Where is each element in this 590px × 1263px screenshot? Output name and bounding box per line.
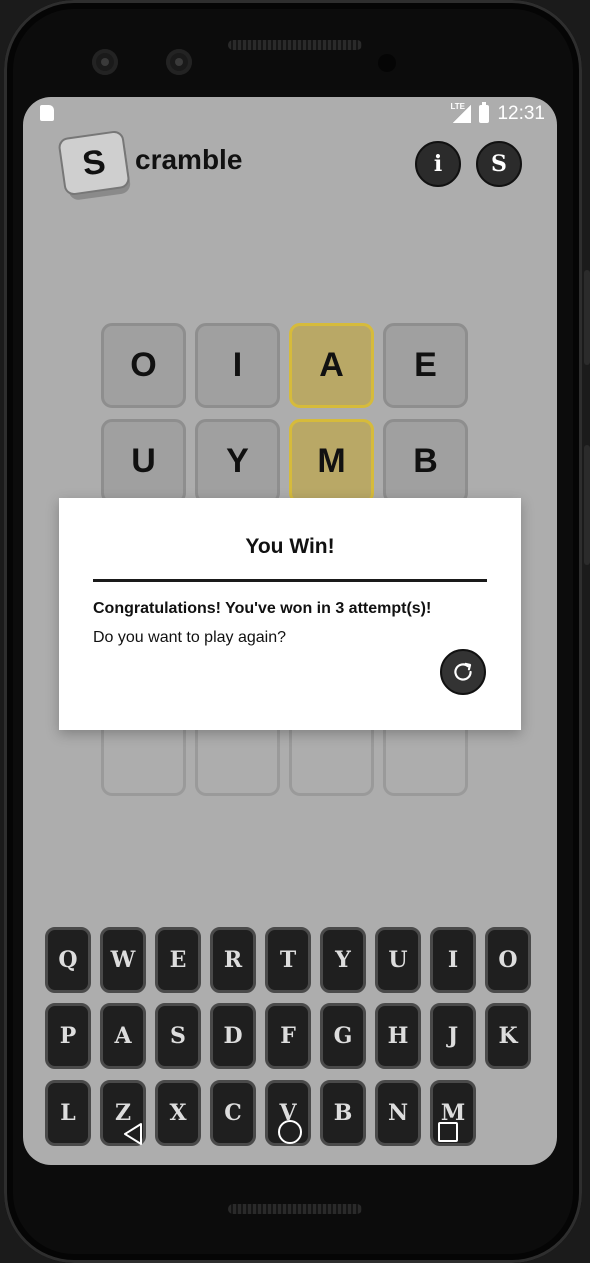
letter-tile: U [101,419,186,504]
info-icon: i [433,151,443,177]
sd-card-icon [40,105,54,121]
dialog-question: Do you want to play again? [93,629,287,646]
status-time: 12:31 [497,103,545,124]
letter-tile: E [383,323,468,408]
key-j[interactable]: J [430,1003,476,1069]
letter-tile: Y [195,419,280,504]
key-u[interactable]: U [375,927,421,993]
refresh-icon [454,662,472,681]
signal-icon: LTE [450,102,472,123]
volume-button [584,270,590,365]
key-r[interactable]: R [210,927,256,993]
key-d[interactable]: D [210,1003,256,1069]
keyboard-row-1: Q W E R T Y U I O [45,927,531,993]
key-g[interactable]: G [320,1003,366,1069]
status-bar: LTE 12:31 [23,97,557,131]
keyboard-row-2: P A S D F G H J K [45,1003,531,1069]
key-t[interactable]: T [265,927,311,993]
letter-tile: I [195,323,280,408]
key-o[interactable]: O [485,927,531,993]
system-nav-bar [23,1117,557,1157]
key-w[interactable]: W [100,927,146,993]
key-q[interactable]: Q [45,927,91,993]
earpiece-speaker [228,40,362,50]
key-s[interactable]: S [155,1003,201,1069]
front-camera-icon [92,49,118,75]
key-a[interactable]: A [100,1003,146,1069]
play-again-button[interactable] [440,649,486,695]
battery-icon [479,102,490,123]
letter-tile: B [383,419,468,504]
power-button [584,445,590,565]
stats-button[interactable]: S [476,141,522,187]
guess-row: U Y M B [101,419,468,504]
bottom-speaker [228,1204,362,1214]
key-k[interactable]: K [485,1003,531,1069]
letter-tile-present: A [289,323,374,408]
home-icon[interactable] [278,1120,302,1144]
info-button[interactable]: i [415,141,461,187]
stats-icon: S [491,151,507,177]
logo-tile: S [57,129,131,197]
dialog-title: You Win! [245,535,335,558]
network-type: LTE [450,102,465,111]
dialog-message: Congratulations! You've won in 3 attempt… [93,600,432,617]
key-y[interactable]: Y [320,927,366,993]
proximity-sensor [378,54,396,72]
app-screen: LTE 12:31 S cramble i S O I A E U Y M B … [23,97,557,1165]
win-dialog: You Win! Congratulations! You've won in … [59,498,521,730]
dialog-divider [93,579,487,582]
key-e[interactable]: E [155,927,201,993]
app-title: cramble [135,144,243,175]
key-i[interactable]: I [430,927,476,993]
front-camera-icon [166,49,192,75]
key-f[interactable]: F [265,1003,311,1069]
logo-letter: S [80,142,108,183]
key-h[interactable]: H [375,1003,421,1069]
letter-tile: O [101,323,186,408]
recents-icon[interactable] [438,1122,458,1142]
letter-tile-present: M [289,419,374,504]
back-icon[interactable] [121,1121,145,1147]
key-p[interactable]: P [45,1003,91,1069]
guess-row: O I A E [101,323,468,408]
